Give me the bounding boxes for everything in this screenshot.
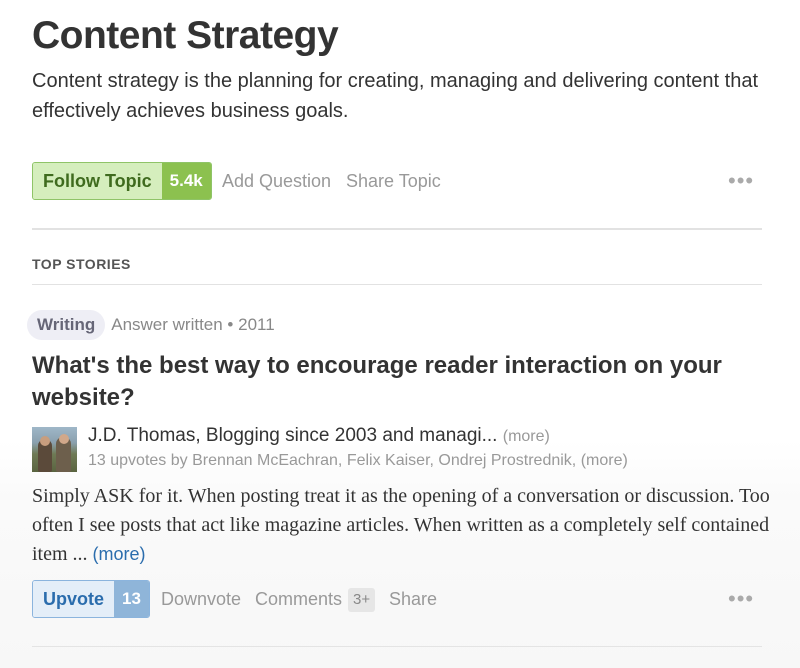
author-name-credential[interactable]: J.D. Thomas, Blogging since 2003 and man… <box>88 425 497 446</box>
story-bottom-divider <box>32 646 762 647</box>
upvoters-more-link[interactable]: (more) <box>581 452 628 469</box>
comments-button[interactable]: Comments 3+ <box>255 580 376 618</box>
add-question-link[interactable]: Add Question <box>222 162 331 200</box>
upvote-button[interactable]: Upvote 13 <box>32 580 150 618</box>
topic-description: Content strategy is the planning for cre… <box>32 70 759 122</box>
upvoters-line: 13 upvotes by Brennan McEachran, Felix K… <box>88 452 628 470</box>
follow-topic-label: Follow Topic <box>33 163 162 199</box>
follower-count: 5.4k <box>161 163 211 199</box>
story-meta-text: Answer written • 2011 <box>111 315 275 334</box>
author-avatar[interactable] <box>32 427 77 472</box>
topic-title: Content Strategy <box>32 14 339 57</box>
follow-topic-button[interactable]: Follow Topic 5.4k <box>32 162 212 200</box>
answer-more-link[interactable]: (more) <box>93 544 146 564</box>
share-button[interactable]: Share <box>389 580 437 618</box>
topic-action-bar: Follow Topic 5.4k Add Question Share Top… <box>32 162 762 200</box>
comments-count-badge: 3+ <box>348 588 376 612</box>
top-stories-heading: TOP STORIES <box>32 256 131 272</box>
upvote-label: Upvote <box>33 581 115 617</box>
story-question-title[interactable]: What's the best way to encourage reader … <box>32 350 772 414</box>
answer-action-bar: Upvote 13 Downvote Comments 3+ Share ••• <box>32 580 762 618</box>
share-topic-link[interactable]: Share Topic <box>346 162 441 200</box>
author-credential: J.D. Thomas, Blogging since 2003 and man… <box>88 425 550 447</box>
answer-body: Simply ASK for it. When posting treat it… <box>32 482 772 569</box>
downvote-button[interactable]: Downvote <box>161 580 241 618</box>
topic-more-options-icon[interactable]: ••• <box>728 162 754 200</box>
upvoters-text[interactable]: 13 upvotes by Brennan McEachran, Felix K… <box>88 452 576 469</box>
story-topic-tag[interactable]: Writing <box>27 310 106 340</box>
story-meta: Writing Answer written • 2011 <box>27 310 275 340</box>
answer-more-options-icon[interactable]: ••• <box>728 580 754 618</box>
heading-divider <box>32 284 762 285</box>
section-divider <box>32 228 762 230</box>
comments-label: Comments <box>255 589 343 609</box>
answer-author-row: J.D. Thomas, Blogging since 2003 and man… <box>32 424 772 474</box>
topic-page: Content Strategy Content strategy is the… <box>0 0 800 668</box>
upvote-count: 13 <box>114 581 149 617</box>
author-more-link[interactable]: (more) <box>503 428 550 445</box>
